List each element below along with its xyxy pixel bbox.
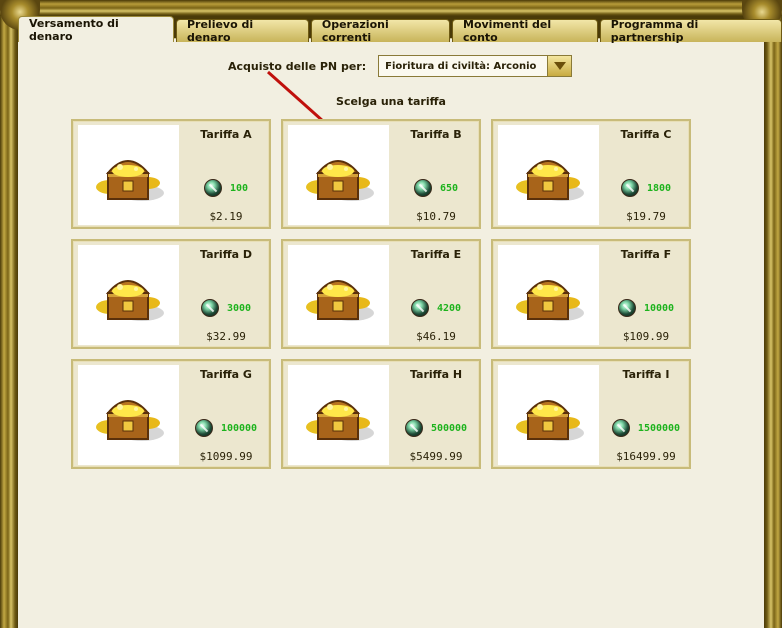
treasure-chest-icon bbox=[288, 365, 389, 465]
tariff-amount: 1800 bbox=[646, 182, 672, 194]
tab-partnership[interactable]: Programma di partnership bbox=[599, 18, 782, 44]
game-select-value: Fioritura di civiltà: Arconio bbox=[385, 60, 537, 72]
tariff-amount-row: 500000 bbox=[389, 419, 483, 437]
tariff-price: $19.79 bbox=[626, 210, 666, 223]
tariff-price: $5499.99 bbox=[409, 450, 463, 463]
tariff-amount: 1500000 bbox=[637, 422, 681, 434]
tariff-amount-row: 650 bbox=[389, 179, 483, 197]
gem-icon bbox=[620, 179, 639, 197]
gem-icon bbox=[410, 299, 429, 317]
tariff-amount-row: 1500000 bbox=[599, 419, 693, 437]
tariff-amount: 500000 bbox=[430, 422, 468, 434]
treasure-chest-icon bbox=[78, 365, 179, 465]
tariff-card-e[interactable]: Tariffa E 4200 $46.19 bbox=[281, 239, 481, 349]
tariff-name: Tariffa C bbox=[620, 128, 672, 141]
window-frame-top bbox=[0, 0, 782, 16]
tariff-card-d[interactable]: Tariffa D 3000 $32.99 bbox=[71, 239, 271, 349]
tariff-amount-row: 100000 bbox=[179, 419, 273, 437]
tariff-name: Tariffa I bbox=[622, 368, 670, 381]
tab-prelievo[interactable]: Prelievo di denaro bbox=[175, 18, 309, 44]
tariff-amount-row: 4200 bbox=[389, 299, 483, 317]
tariff-card-f[interactable]: Tariffa F 10000 $109.99 bbox=[491, 239, 691, 349]
treasure-chest-icon bbox=[498, 125, 599, 225]
tariff-card-c[interactable]: Tariffa C 1800 $19.79 bbox=[491, 119, 691, 229]
tariff-price: $2.19 bbox=[209, 210, 243, 223]
gem-icon bbox=[404, 419, 423, 437]
tariff-name: Tariffa B bbox=[410, 128, 462, 141]
tariff-amount-row: 1800 bbox=[599, 179, 693, 197]
tariff-amount: 650 bbox=[439, 182, 459, 194]
tariff-amount: 10000 bbox=[643, 302, 675, 314]
tariff-price: $46.19 bbox=[416, 330, 456, 343]
tariff-price: $16499.99 bbox=[616, 450, 676, 463]
tariff-name: Tariffa G bbox=[200, 368, 252, 381]
tab-bar: Versamento di denaro Prelievo di denaro … bbox=[18, 16, 782, 44]
tab-operazioni[interactable]: Operazioni correnti bbox=[310, 18, 450, 44]
tariff-amount-row: 10000 bbox=[599, 299, 693, 317]
subtitle: Scelga una tariffa bbox=[336, 95, 446, 108]
tariff-name: Tariffa H bbox=[409, 368, 463, 381]
tariff-card-i[interactable]: Tariffa I 1500000 $16499.99 bbox=[491, 359, 691, 469]
treasure-chest-icon bbox=[78, 125, 179, 225]
tariff-grid: Tariffa A 100 $2.19 Tariffa B 650 $10.79… bbox=[71, 119, 691, 469]
tariff-name: Tariffa F bbox=[620, 248, 672, 261]
chevron-down-icon[interactable] bbox=[547, 56, 572, 76]
gem-icon bbox=[413, 179, 432, 197]
tariff-amount: 4200 bbox=[436, 302, 462, 314]
tariff-name: Tariffa E bbox=[410, 248, 462, 261]
tariff-amount-row: 100 bbox=[179, 179, 273, 197]
gem-icon bbox=[611, 419, 630, 437]
gem-icon bbox=[194, 419, 213, 437]
tariff-card-b[interactable]: Tariffa B 650 $10.79 bbox=[281, 119, 481, 229]
tariff-name: Tariffa A bbox=[200, 128, 252, 141]
tariff-card-a[interactable]: Tariffa A 100 $2.19 bbox=[71, 119, 271, 229]
tariff-card-g[interactable]: Tariffa G 100000 $1099.99 bbox=[71, 359, 271, 469]
tariff-amount: 3000 bbox=[226, 302, 252, 314]
tariff-amount: 100000 bbox=[220, 422, 258, 434]
gem-icon bbox=[203, 179, 222, 197]
tab-movimenti[interactable]: Movimenti del conto bbox=[452, 18, 598, 44]
tariff-price: $10.79 bbox=[416, 210, 456, 223]
treasure-chest-icon bbox=[498, 365, 599, 465]
tariff-price: $32.99 bbox=[206, 330, 246, 343]
game-select[interactable]: Fioritura di civiltà: Arconio bbox=[378, 55, 573, 77]
tariff-price: $109.99 bbox=[622, 330, 670, 343]
treasure-chest-icon bbox=[78, 245, 179, 345]
tariff-amount: 100 bbox=[229, 182, 249, 194]
tariff-amount-row: 3000 bbox=[179, 299, 273, 317]
treasure-chest-icon bbox=[498, 245, 599, 345]
treasure-chest-icon bbox=[288, 125, 389, 225]
treasure-chest-icon bbox=[288, 245, 389, 345]
tab-versamento[interactable]: Versamento di denaro bbox=[18, 16, 174, 43]
tariff-name: Tariffa D bbox=[200, 248, 252, 261]
tariff-price: $1099.99 bbox=[199, 450, 253, 463]
gem-icon bbox=[617, 299, 636, 317]
tariff-card-h[interactable]: Tariffa H 500000 $5499.99 bbox=[281, 359, 481, 469]
gem-icon bbox=[200, 299, 219, 317]
